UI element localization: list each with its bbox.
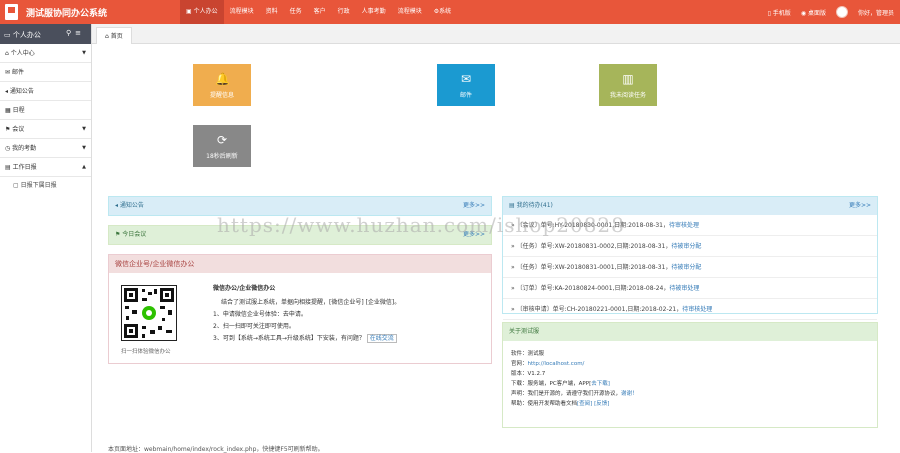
about-panel-title: 关于测试服: [503, 323, 877, 341]
tab-bar: ⌂ 首页: [92, 24, 900, 44]
wechat-qr-code: [121, 285, 177, 341]
sidebar-item-mail[interactable]: ✉ 邮件: [0, 63, 91, 82]
tile-mail[interactable]: ✉ 邮件: [437, 64, 495, 106]
list-icon: ▤: [509, 202, 517, 209]
watermark: https://www.huzhan.com/ishop20828: [217, 213, 625, 237]
wechat-desc: 结合了测试服上系统，单据向相接提醒，[微信企业号] [企业微信]。: [221, 299, 401, 306]
wechat-panel: 微信企业号/企业微信办公 微信办公/企业微信办公 结合了测试服上系统，单据向相接…: [108, 254, 492, 364]
wechat-heading: 微信办公/企业微信办公: [213, 285, 276, 292]
sidebar-title: 个人办公: [12, 31, 41, 39]
qr-caption: 扫一扫体验微信办公: [121, 349, 171, 355]
todo-more-link[interactable]: 更多>>: [849, 197, 871, 215]
user-icon: ▣: [186, 8, 194, 15]
nav-customers[interactable]: 客户: [308, 0, 332, 24]
wechat-step2: 2、扫一扫即可关注即可使用。: [213, 323, 295, 330]
bell-icon: 🔔: [215, 72, 230, 86]
tab-home[interactable]: ⌂ 首页: [96, 27, 132, 44]
calendar-icon: ▦: [5, 107, 13, 114]
wechat-panel-title: 微信企业号/企业微信办公: [109, 255, 491, 273]
menu-icon[interactable]: ≡: [75, 29, 85, 37]
sidebar-item-notice[interactable]: ◂ 通知公告: [0, 82, 91, 101]
tile-reminders[interactable]: 🔔 提醒信息: [193, 64, 251, 106]
main-content: 🔔 提醒信息 ✉ 邮件 ▥ 我未阅读任务 ⟳ 18秒后刷新 ◂ 通知公告 更多>>…: [100, 44, 890, 452]
todo-row[interactable]: » 〔任务〕单号:XW-20180831-0001,日期:2018-08-31，…: [503, 257, 877, 278]
user-greeting[interactable]: 你好，管理员: [858, 8, 894, 17]
sidebar-item-schedule[interactable]: ▦ 日程: [0, 101, 91, 120]
nav-admin[interactable]: 行政: [332, 0, 356, 24]
mobile-link[interactable]: ▯ 手机版: [768, 8, 791, 17]
todo-row[interactable]: » 〔订单〕单号:KA-20180824-0001,日期:2018-08-24，…: [503, 278, 877, 299]
top-nav: ▣ 个人办公 流程模块 资料 任务 客户 行政 人事考勤 流程模块 ⚙系统: [180, 0, 457, 24]
about-panel: 关于测试服 软件：测试服 官网：http://localhost.com/ 版本…: [502, 322, 878, 428]
app-title: 测试服协同办公系统: [26, 9, 108, 19]
about-row-software: 软件：测试服: [511, 351, 545, 357]
doc-icon: ▢: [13, 182, 21, 189]
chevron-down-icon: ▼: [82, 50, 86, 56]
envelope-icon: ✉: [5, 69, 12, 76]
top-bar: 测试服协同办公系统 ▣ 个人办公 流程模块 资料 任务 客户 行政 人事考勤 流…: [0, 0, 900, 24]
nav-tasks[interactable]: 任务: [284, 0, 308, 24]
top-right: ▯ 手机版 ◉ 桌面版 你好，管理员: [768, 0, 894, 24]
app-logo: [5, 4, 18, 20]
sidebar-item-meeting[interactable]: ⚑ 会议 ▼: [0, 120, 91, 139]
nav-documents[interactable]: 资料: [260, 0, 284, 24]
nav-workflow[interactable]: 流程模块: [224, 0, 260, 24]
globe-icon: ◉: [800, 9, 808, 17]
about-row-website: 官网：http://localhost.com/: [511, 361, 585, 367]
todo-row[interactable]: » 〔任务〕单号:XW-20180831-0002,日期:2018-08-31，…: [503, 236, 877, 257]
notice-panel-title: 通知公告: [119, 202, 144, 209]
avatar[interactable]: [835, 6, 848, 18]
sidebar-header: ▭ 个人办公 ⚲≡: [0, 24, 91, 44]
about-row-help: 帮助：使用开发帮助看文档[查阅] [反馈]: [511, 401, 610, 407]
todo-row[interactable]: » 〔审核申请〕单号:CH-20180221-0001,日期:2018-02-2…: [503, 299, 877, 320]
sidebar-item-attendance[interactable]: ◷ 我的考勤 ▼: [0, 139, 91, 158]
about-row-statement: 声明：我们是开源的，请遵守我们开源协议，谢谢！: [511, 391, 638, 397]
wechat-step3: 3、可到【系统→系统工具→升级系统】下安装，有问题？ 在线交流: [213, 333, 397, 343]
book-icon: ▥: [622, 72, 634, 86]
todo-panel-title: 我的待办(41): [516, 202, 553, 209]
sidebar-item-personal-center[interactable]: ⌂ 个人中心 ▼: [0, 44, 91, 63]
chevron-up-icon: ▲: [82, 164, 86, 170]
nav-hr-attendance[interactable]: 人事考勤: [356, 0, 392, 24]
meeting-panel-title: 今日会议: [122, 231, 147, 238]
tile-refresh[interactable]: ⟳ 18秒后刷新: [193, 125, 251, 167]
search-icon[interactable]: ⚲: [66, 29, 75, 37]
nav-system[interactable]: ⚙系统: [428, 0, 457, 24]
desktop-link[interactable]: ◉ 桌面版: [801, 8, 826, 17]
nav-process[interactable]: 流程模块: [392, 0, 428, 24]
qr-image: [124, 288, 174, 338]
online-chat-link[interactable]: 在线交流: [366, 334, 397, 343]
file-icon: ▤: [5, 164, 13, 171]
monitor-icon: ▭: [4, 31, 13, 39]
wechat-step1: 1、申请微信企业号体验：去申请。: [213, 311, 307, 318]
refresh-icon: ⟳: [216, 133, 228, 147]
sidebar-subitem-subordinate-report[interactable]: ▢ 日报下属日报: [0, 177, 91, 194]
about-row-download: 下载：服务端，PC客户端，APP[去下载]: [511, 381, 610, 387]
about-row-version: 版本：V1.2.7: [511, 371, 546, 377]
sidebar-item-daily-report[interactable]: ▤ 工作日报 ▲: [0, 158, 91, 177]
sidebar: ▭ 个人办公 ⚲≡ ⌂ 个人中心 ▼ ✉ 邮件 ◂ 通知公告 ▦ 日程 ⚑ 会议 ▼…: [0, 24, 92, 452]
tile-unread-tasks[interactable]: ▥ 我未阅读任务: [599, 64, 657, 106]
nav-personal-office[interactable]: ▣ 个人办公: [180, 0, 224, 24]
chevron-down-icon: ▼: [82, 126, 86, 132]
envelope-icon: ✉: [460, 72, 472, 86]
chevron-down-icon: ▼: [82, 145, 86, 151]
